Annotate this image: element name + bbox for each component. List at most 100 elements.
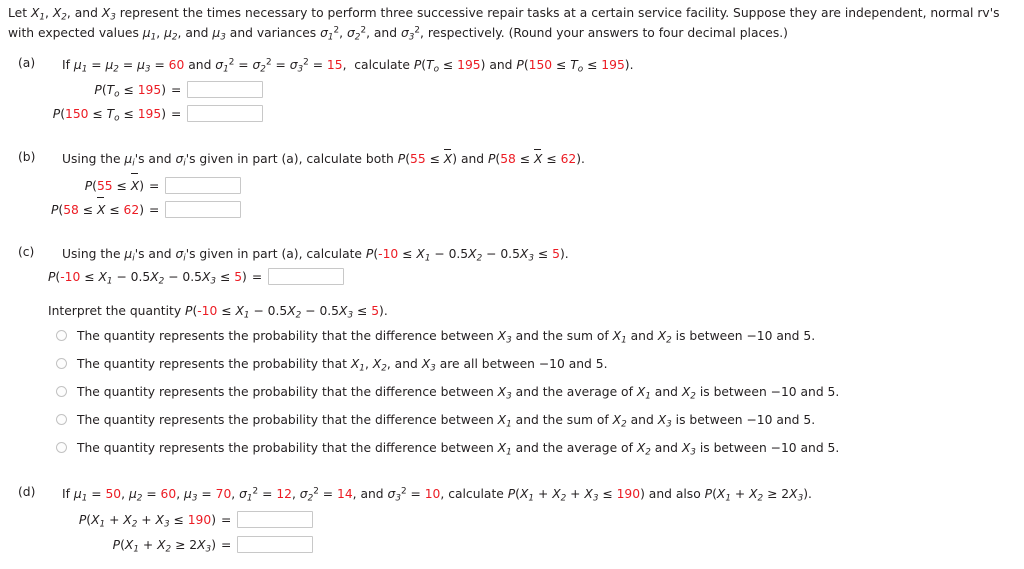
option-4-var-1: X (497, 412, 507, 427)
part-b-input-2[interactable] (165, 201, 242, 218)
option-2-post: are all between −10 and 5. (435, 356, 608, 371)
part-c-interpret-end: . (383, 304, 388, 318)
option-row-4[interactable]: The quantity represents the probability … (56, 409, 815, 429)
part-c-answer-row-1: P(-10 ≤ X1 − 0.5X2 − 0.5X3 ≤ 5) = (48, 265, 548, 287)
part-b-prompt-end: . (581, 152, 585, 166)
part-d-and-also: and also (648, 487, 701, 501)
intro-line-2-mid: and variances (225, 26, 321, 40)
part-a-answer-row-2: P(150 ≤ To ≤ 195) = (0, 102, 300, 124)
part-a-input-2[interactable] (187, 105, 264, 122)
equals-sign: = (221, 537, 232, 552)
part-c-prompt: Using the μi's and σi's given in part (a… (62, 247, 569, 264)
part-c-prompt-mid2: 's given in part (a), calculate (185, 247, 366, 261)
intro-prefix: Let (8, 6, 31, 20)
radio-button-icon[interactable] (56, 386, 67, 397)
equals-sign: = (171, 82, 182, 97)
option-3-pre: The quantity represents the probability … (77, 384, 498, 399)
part-a-label-2-upper: 195 (137, 106, 162, 121)
equals-sign: = (221, 512, 232, 527)
option-row-5[interactable]: The quantity represents the probability … (56, 437, 839, 457)
part-b-input-1[interactable] (165, 177, 242, 194)
part-b-p2-upper: 62 (560, 152, 577, 166)
option-2-pre: The quantity represents the probability … (77, 356, 351, 371)
part-b-p1-lower: 55 (410, 152, 426, 166)
part-d-answer-row-1: P(X1 + X2 + X3 ≤ 190) = (0, 508, 400, 530)
part-d-input-2[interactable] (237, 536, 314, 553)
problem-statement-line-1: Let X1, X2, and X3 represent the times n… (8, 6, 1000, 23)
part-a-p2-upper: 195 (601, 58, 625, 72)
part-d-answer-label-1: P(X1 + X2 + X3 ≤ 190) (78, 512, 216, 529)
part-d-coef2: 2 (781, 487, 790, 501)
part-c-label: (c) (18, 245, 35, 259)
equals-sign: = (251, 269, 263, 284)
part-a-and: and (188, 58, 212, 72)
option-1-var-3: X (657, 328, 667, 343)
part-d-label-1-limit: 190 (187, 512, 212, 527)
part-b-prompt-mid: 's and (134, 152, 176, 166)
equals-sign: = (149, 178, 160, 193)
radio-button-icon[interactable] (56, 330, 67, 341)
part-a-label: (a) (18, 56, 36, 70)
radio-button-icon[interactable] (56, 414, 67, 425)
question-page: Let X1, X2, and X3 represent the times n… (0, 0, 1024, 569)
part-a: (a) If μ1 = μ2 = μ3 = 60 and σ12 = σ22 =… (18, 56, 1008, 74)
part-d: (d) If μ1 = 50, μ2 = 60, μ3 = 70, σ12 = … (18, 485, 1008, 503)
option-4-pre: The quantity represents the probability … (77, 412, 498, 427)
radio-button-icon[interactable] (56, 442, 67, 453)
part-b-and: and (457, 152, 488, 166)
option-row-1[interactable]: The quantity represents the probability … (56, 325, 815, 345)
option-row-3[interactable]: The quantity represents the probability … (56, 381, 839, 401)
part-c: (c) Using the μi's and σi's given in par… (18, 245, 1008, 263)
option-2-mid2: , and (386, 356, 422, 371)
part-a-answer-label-2: P(150 ≤ To ≤ 195) (52, 106, 166, 123)
intro-line-2-post: , respectively. (Round your answers to f… (420, 26, 788, 40)
part-a-answer-row-1: P(To ≤ 195) = (0, 78, 300, 100)
part-a-sigma-value: 15 (326, 58, 343, 72)
option-row-2[interactable]: The quantity represents the probability … (56, 353, 608, 373)
option-5-post: is between −10 and 5. (695, 440, 840, 455)
option-5-text: The quantity represents the probability … (77, 438, 839, 458)
part-a-p2-lower: 150 (528, 58, 553, 72)
part-d-input-1[interactable] (237, 511, 314, 528)
part-c-prompt-mid: 's and (134, 247, 176, 261)
part-d-label-2-coef: 2 (189, 537, 198, 552)
option-3-var-2: X (636, 384, 646, 399)
part-a-label-2-lower: 150 (65, 106, 89, 121)
part-a-input-1[interactable] (187, 81, 264, 98)
problem-statement: Let X1, X2, and X3 represent the times n… (8, 4, 1018, 42)
option-4-var-2: X (612, 412, 622, 427)
option-1-mid: and the sum of (511, 328, 613, 343)
part-d-mu1: 50 (105, 487, 122, 501)
part-a-tail-and: and (489, 58, 513, 72)
part-c-interpret-line: Interpret the quantity P(-10 ≤ X1 − 0.5X… (48, 304, 388, 321)
part-c-label-lower: -10 (60, 269, 81, 284)
part-c-interpret-coef-1: 0.5 (267, 304, 288, 318)
part-c-prompt-end: . (564, 247, 569, 261)
option-2-var-2: X (372, 356, 382, 371)
part-c-coef-1: 0.5 (448, 247, 469, 261)
intro-line-1-rest: represent the times necessary to perform… (115, 6, 1000, 20)
option-2-var-3: X (421, 356, 431, 371)
part-d-prompt-prefix: If (62, 487, 74, 501)
option-5-var-1: X (497, 440, 507, 455)
part-c-upper: 5 (552, 247, 560, 261)
part-c-label-upper: 5 (234, 269, 243, 284)
option-4-mid: and the sum of (511, 412, 613, 427)
radio-button-icon[interactable] (56, 358, 67, 369)
part-a-label-1-value: 195 (137, 82, 162, 97)
part-b-p2-lower: 58 (500, 152, 516, 166)
part-c-coef-2: 0.5 (500, 247, 520, 261)
option-4-text: The quantity represents the probability … (77, 410, 815, 430)
intro-line-2-prefix: with expected values (8, 26, 143, 40)
option-4-mid2: and (626, 412, 658, 427)
option-1-var-1: X (497, 328, 507, 343)
part-a-mu-value: 60 (168, 58, 185, 72)
part-c-input-1[interactable] (268, 268, 345, 285)
option-1-mid2: and (626, 328, 658, 343)
option-4-post: is between −10 and 5. (671, 412, 816, 427)
option-2-text: The quantity represents the probability … (77, 354, 608, 374)
part-d-s3: 10 (424, 487, 441, 501)
part-b-prompt-prefix: Using the (62, 152, 125, 166)
option-1-text: The quantity represents the probability … (77, 326, 815, 346)
part-b-answer-row-2: P(58 ≤ X ≤ 62) = (0, 197, 300, 220)
